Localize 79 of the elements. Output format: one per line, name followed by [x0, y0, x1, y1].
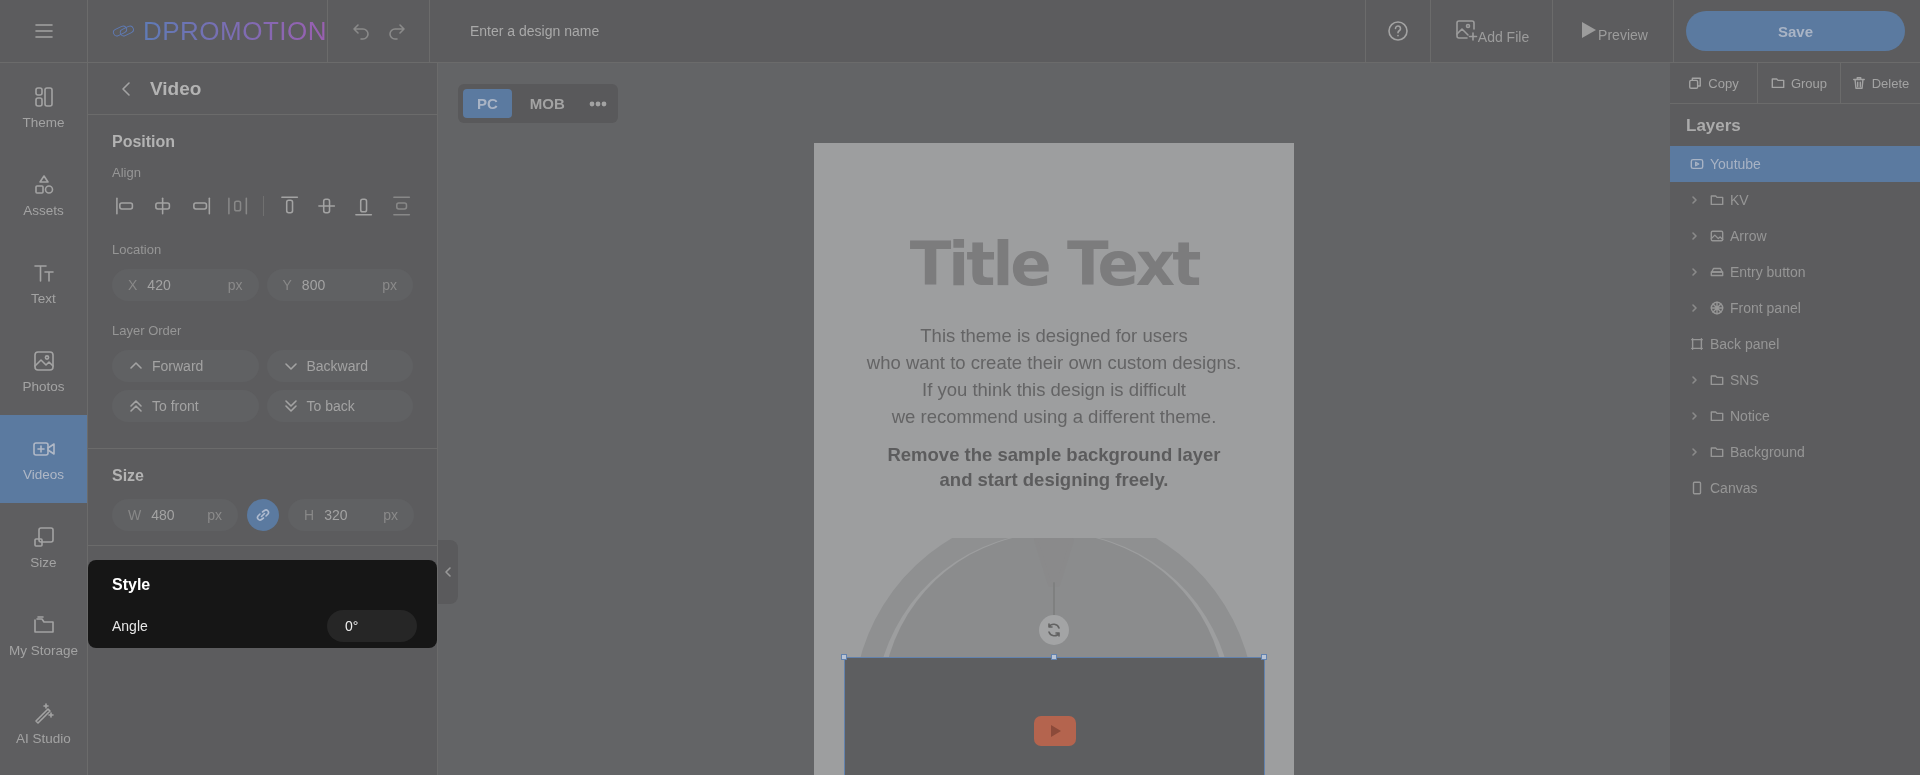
phone-frame-icon	[1690, 481, 1704, 495]
layer-item[interactable]: Arrow	[1670, 218, 1920, 254]
sidebar-item[interactable]: Photos	[0, 327, 87, 415]
section-heading: Style	[112, 576, 152, 594]
folder-icon	[1710, 445, 1724, 459]
frame-icon	[1690, 337, 1704, 351]
panel-title: Video	[150, 77, 202, 100]
toolbar-button[interactable]: Delete	[1841, 63, 1920, 103]
section-heading: Size	[112, 467, 145, 485]
chevron-right-icon	[1690, 375, 1700, 385]
double-chevron-down-icon	[282, 398, 299, 414]
field-label: Angle	[112, 618, 148, 634]
folder-icon	[1710, 193, 1724, 207]
chevron-right-icon	[1690, 447, 1700, 457]
chevron-right-icon	[1690, 411, 1700, 421]
layer-item[interactable]: Background	[1670, 434, 1920, 470]
view-tab[interactable]: MOB	[515, 89, 579, 118]
link-icon	[254, 506, 272, 524]
emphasis-paragraph: Remove the sample background layer and start designing freely.	[887, 443, 1221, 492]
chevron-right-icon	[1690, 267, 1700, 277]
sidebar-item[interactable]: Theme	[0, 63, 87, 151]
layer-order-button[interactable]: Backward	[266, 350, 413, 382]
more-icon[interactable]	[588, 100, 607, 107]
chevron-right-icon	[1690, 195, 1700, 205]
folder-icon	[1710, 373, 1724, 387]
layer-item[interactable]: Front panel	[1670, 290, 1920, 326]
sidebar-item[interactable]: AI Studio	[0, 679, 87, 767]
layer-item[interactable]: Entry button	[1670, 254, 1920, 290]
toolbar-button[interactable]: Preview	[1553, 0, 1673, 62]
body-paragraph: This theme is designed for users who want to create their own custom designs. If you think this design is difficult we recommend using a different theme.	[866, 324, 1242, 429]
copy-icon	[1688, 76, 1703, 90]
layer-item[interactable]: Canvas	[1670, 470, 1920, 506]
field-label: Align	[112, 165, 142, 180]
image-icon	[31, 348, 56, 373]
layer-item[interactable]: KV	[1670, 182, 1920, 218]
image-icon	[1710, 229, 1724, 243]
layer-item[interactable]: SNS	[1670, 362, 1920, 398]
video-play-icon	[1034, 716, 1076, 746]
sidebar-item[interactable]: My Storage	[0, 591, 87, 679]
resize-handle[interactable]	[1261, 654, 1267, 660]
image-add-icon	[1453, 17, 1478, 42]
rotate-icon	[1045, 621, 1063, 639]
lock-ratio-button[interactable]	[247, 499, 279, 531]
layer-order-button[interactable]: Forward	[112, 350, 259, 382]
trash-icon	[1851, 76, 1866, 90]
sidebar-item[interactable]: Videos	[0, 415, 87, 503]
layer-order-button[interactable]: To front	[112, 390, 259, 422]
layer-order-button[interactable]: To back	[266, 390, 413, 422]
toolbar-button[interactable]: Add File	[1431, 0, 1552, 62]
sidebar-item[interactable]: Size	[0, 503, 87, 591]
chevron-left-icon	[443, 566, 453, 578]
toolbar-button[interactable]: Copy	[1670, 63, 1758, 103]
resize-handle[interactable]	[1051, 654, 1057, 660]
help-icon[interactable]	[1387, 20, 1409, 42]
layer-item[interactable]: Youtube	[1670, 146, 1920, 182]
field-label: Layer Order	[112, 323, 183, 338]
collapse-panel-button[interactable]	[438, 540, 458, 604]
toolbar-button[interactable]: Group	[1758, 63, 1841, 103]
angle-field[interactable]: 0°	[327, 610, 417, 642]
sidebar-item[interactable]: Assets	[0, 151, 87, 239]
save-button[interactable]: Save	[1686, 11, 1905, 51]
button-icon	[1710, 265, 1724, 279]
layer-item[interactable]: Back panel	[1670, 326, 1920, 362]
folder-icon	[1710, 409, 1724, 423]
panel-title: Layers	[1685, 115, 1742, 137]
play-icon	[1690, 157, 1704, 171]
component-icon	[1710, 301, 1724, 315]
resize-icon	[31, 524, 56, 549]
section-heading: Position	[112, 133, 177, 151]
double-chevron-up-icon	[128, 398, 144, 414]
field-label: Location	[112, 242, 163, 257]
folder-icon	[1770, 76, 1785, 90]
chevron-right-icon	[1690, 231, 1700, 241]
view-tab[interactable]: PC	[463, 89, 512, 118]
sidebar-item[interactable]: Text	[0, 239, 87, 327]
layer-item[interactable]: Notice	[1670, 398, 1920, 434]
chevron-right-icon	[1690, 303, 1700, 313]
resize-handle[interactable]	[841, 654, 847, 660]
design-name-field[interactable]: Enter a design name	[470, 19, 770, 43]
